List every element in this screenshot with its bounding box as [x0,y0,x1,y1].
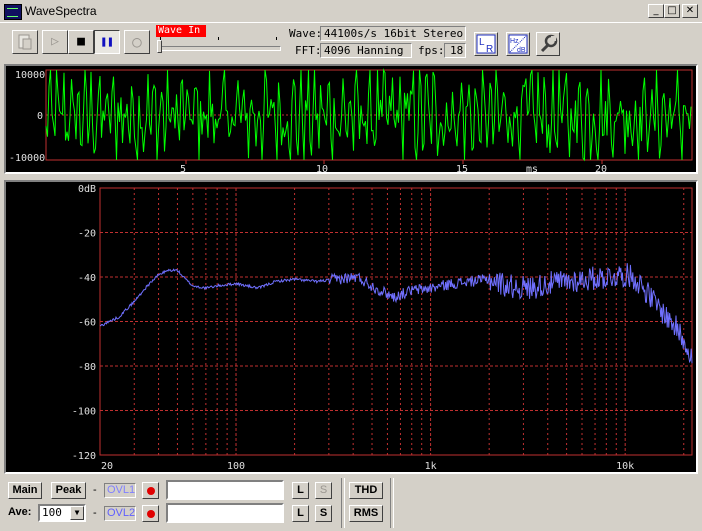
panel-divider [341,478,345,528]
x-tick-label: 5 [180,164,186,172]
settings-button[interactable] [536,32,560,56]
x-tick-label: 1k [425,461,437,472]
dash-separator: - [93,484,97,496]
fps-label: fps: [418,44,445,57]
spectrum-grid [99,187,693,456]
thd-button[interactable]: THD [349,482,383,499]
window-title: WaveSpectra [25,4,97,18]
record-icon: ○ [132,32,142,51]
y-tick-label: -20 [78,229,96,240]
svg-text:R: R [486,44,493,55]
settings-file-button[interactable] [12,30,38,54]
bottom-panel: Main Peak - OVL1 L S Ave: 100 ▼ - OVL2 L… [0,476,702,531]
ovl1-record-button[interactable] [142,482,159,499]
stop-icon: ■ [77,34,85,49]
waveform-display[interactable]: 10000 0 -10000 5 10 15 ms 20 [4,64,698,175]
pause-icon: ❚❚ [100,35,114,48]
level-slider-track[interactable] [157,46,281,51]
y-tick-label: -40 [78,273,96,284]
title-bar[interactable]: WaveSpectra _ □ ✕ [0,0,702,23]
ovl2-record-button[interactable] [142,505,159,522]
fps-value: 18 [444,43,466,58]
x-tick-label: 15 [456,164,468,172]
svg-text:L: L [479,37,485,48]
average-label: Ave: [8,506,32,518]
wave-format-value: 44100s/s 16bit Stereo [320,26,466,41]
fft-label: FFT: [295,44,322,57]
y-tick-label: -120 [72,451,96,462]
panel-divider [390,478,394,528]
y-tick-label: 10000 [15,70,45,81]
close-icon: ✕ [685,5,695,16]
ovl2-save-button[interactable]: S [315,505,332,522]
y-tick-label: -100 [72,407,96,418]
rms-button[interactable]: RMS [349,505,383,522]
play-icon: ▷ [51,34,59,49]
y-tick-label: 0dB [78,184,96,195]
app-window: WaveSpectra _ □ ✕ ▷ ■ ❚❚ ○ Wave In Wave:… [0,0,702,531]
chevron-down-icon[interactable]: ▼ [70,506,84,520]
hz-db-icon: Hz dB [508,34,528,54]
dash-separator: - [93,507,97,519]
maximize-button[interactable]: □ [664,4,680,18]
waveform-chart: 10000 0 -10000 5 10 15 ms 20 [9,68,693,175]
level-slider-thumb[interactable] [157,40,162,53]
spectrum-chart: 0dB -20 -40 -60 -80 -100 -120 20 100 1k 10k [72,184,693,472]
y-tick-label: -60 [78,318,96,329]
ovl1-load-button[interactable]: L [292,482,309,499]
slider-tick [218,37,219,40]
hz-db-scale-button[interactable]: Hz dB [506,32,530,56]
peak-button[interactable]: Peak [51,482,86,499]
fft-value[interactable]: 4096 Hanning [320,43,412,58]
y-tick-label: -80 [78,362,96,373]
play-button[interactable]: ▷ [42,30,68,54]
record-button[interactable]: ○ [124,30,150,54]
x-unit-label: ms [526,164,538,172]
input-level-indicator: Wave In [156,25,206,37]
ovl1-name-input[interactable] [166,480,284,500]
ovl1-save-button[interactable]: S [315,482,332,499]
app-icon[interactable] [4,4,22,20]
wrench-icon [540,34,558,53]
ovl1-indicator[interactable]: OVL1 [104,483,136,498]
average-value: 100 [42,506,62,519]
average-select[interactable]: 100 ▼ [38,504,86,522]
file-icon [18,34,32,50]
slider-tick [276,37,277,40]
stop-button[interactable]: ■ [68,30,94,54]
wave-label: Wave: [289,27,323,40]
lr-icon: L R [476,34,496,55]
spectrum-line [99,263,693,364]
spectrum-display[interactable]: 0dB -20 -40 -60 -80 -100 -120 20 100 1k 10k [4,180,698,474]
minimize-icon: _ [653,5,659,16]
svg-text:Hz: Hz [510,38,519,45]
x-tick-label: 100 [227,461,245,472]
y-axis-labels: 0dB -20 -40 -60 -80 -100 -120 [72,184,96,462]
y-tick-label: 0 [37,111,43,122]
y-tick-label: -10000 [9,153,45,164]
close-button[interactable]: ✕ [682,4,698,18]
minimize-button[interactable]: _ [648,4,664,18]
main-button[interactable]: Main [8,482,42,499]
ovl2-indicator[interactable]: OVL2 [104,506,136,521]
lr-channel-button[interactable]: L R [474,32,498,56]
ovl2-name-input[interactable] [166,503,284,523]
svg-text:dB: dB [517,47,526,54]
maximize-icon: □ [667,5,677,16]
x-tick-label: 10 [316,164,328,172]
x-tick-label: 20 [595,164,607,172]
x-axis-labels: 20 100 1k 10k [101,461,634,472]
pause-button[interactable]: ❚❚ [94,30,120,54]
x-tick-label: 20 [101,461,113,472]
ovl2-load-button[interactable]: L [292,505,309,522]
x-tick-label: 10k [616,461,634,472]
